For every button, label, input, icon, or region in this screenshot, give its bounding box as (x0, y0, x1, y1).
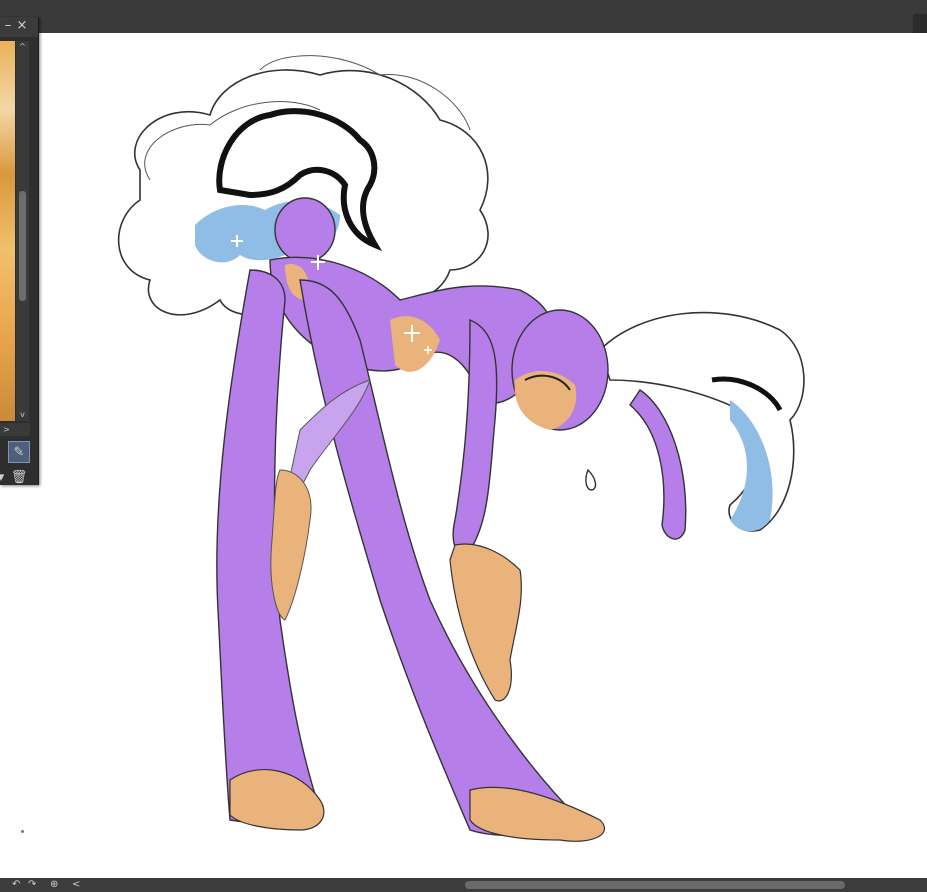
navigator-panel: – × ^ v > ✎ ▾ 🗑 (0, 17, 39, 485)
reset-view-icon[interactable]: ⊕ (50, 878, 58, 892)
chevron-down-icon[interactable]: ▾ (0, 467, 8, 489)
navigator-header: – × (0, 17, 38, 37)
bottom-status-bar: ↶ ↷ ⊕ < (0, 878, 927, 892)
rotate-right-icon[interactable]: ↷ (28, 878, 36, 892)
window-edge (913, 14, 927, 33)
top-toolbar (0, 0, 927, 33)
navigator-thumbnail[interactable] (0, 41, 15, 421)
chevron-left-icon[interactable]: < (72, 878, 80, 892)
minimize-icon[interactable]: – (1, 18, 15, 34)
horizontal-scrollbar[interactable] (465, 881, 845, 889)
scroll-up-icon[interactable]: ^ (16, 41, 29, 53)
close-icon[interactable]: × (15, 18, 29, 34)
artwork-sketch (117, 55, 805, 842)
drawing-canvas[interactable] (0, 33, 927, 878)
trash-icon[interactable]: 🗑 (8, 467, 30, 489)
scroll-down-icon[interactable]: v (16, 409, 29, 421)
rotate-left-icon[interactable]: ↶ (12, 878, 20, 892)
scrollbar-thumb[interactable] (19, 191, 26, 301)
eyedropper-icon[interactable]: ✎ (8, 441, 30, 463)
navigator-vertical-scrollbar[interactable]: ^ v (16, 41, 29, 421)
canvas-speck (21, 830, 24, 833)
scroll-right-icon[interactable]: > (0, 423, 30, 436)
